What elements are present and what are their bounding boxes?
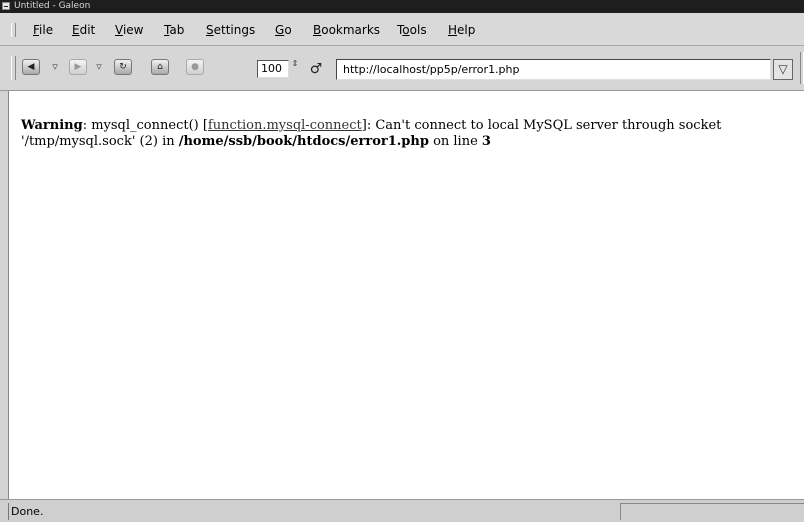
zoom-spin-icon[interactable]: ⇕	[290, 59, 300, 79]
forward-icon: ▶	[74, 61, 82, 72]
warning-text: : mysql_connect() [	[82, 118, 208, 133]
back-history-dropdown[interactable]: ▿	[50, 59, 60, 75]
url-input[interactable]	[336, 59, 771, 80]
status-bar: Done.	[0, 499, 804, 522]
reload-button[interactable]: ↻	[114, 59, 132, 75]
warning-text: on line	[428, 134, 482, 149]
window-title: Untitled - Galeon	[14, 1, 91, 11]
stop-button[interactable]: ●	[186, 59, 204, 75]
zoom-field[interactable]: 100	[257, 60, 289, 78]
page-location-icon[interactable]: ♂	[308, 61, 324, 77]
status-secondary-pane	[620, 503, 804, 520]
back-icon: ◀	[27, 61, 35, 72]
chevron-down-icon: ▽	[778, 62, 788, 76]
function-doc-link[interactable]: function.mysql-connect	[208, 118, 362, 133]
menubar-grip-handle[interactable]	[11, 23, 16, 37]
php-warning-message: Warning: mysql_connect() [function.mysql…	[21, 118, 801, 150]
menu-tab[interactable]: Tab	[164, 22, 184, 38]
status-text: Done.	[8, 503, 608, 520]
menu-file[interactable]: File	[33, 22, 53, 38]
line-number: 3	[481, 134, 491, 149]
file-path: /home/ssb/book/htdocs/error1.php	[178, 134, 429, 149]
menu-edit[interactable]: Edit	[72, 22, 95, 38]
window-title-bar: Untitled - Galeon	[0, 0, 804, 13]
menu-view[interactable]: View	[115, 22, 143, 38]
home-button[interactable]: ⌂	[151, 59, 169, 75]
stop-icon: ●	[191, 61, 199, 72]
toolbar-grip-handle[interactable]	[11, 56, 16, 80]
menu-bookmarks[interactable]: Bookmarks	[313, 22, 380, 38]
url-history-dropdown[interactable]: ▽	[773, 59, 793, 80]
menu-settings[interactable]: Settings	[206, 22, 255, 38]
menu-go[interactable]: Go	[275, 22, 292, 38]
menu-help[interactable]: Help	[448, 22, 475, 38]
toolbar-separator	[800, 52, 804, 84]
forward-history-dropdown[interactable]: ▿	[94, 59, 104, 75]
warning-label: Warning	[21, 118, 83, 133]
forward-button[interactable]: ▶	[69, 59, 87, 75]
chevron-down-icon: ▿	[52, 60, 58, 73]
chevron-down-icon: ▿	[96, 60, 102, 73]
menu-tools[interactable]: Tools	[397, 22, 427, 38]
reload-icon: ↻	[119, 61, 127, 72]
page-content[interactable]: Warning: mysql_connect() [function.mysql…	[8, 91, 804, 499]
home-icon: ⌂	[157, 61, 163, 72]
back-button[interactable]: ◀	[22, 59, 40, 75]
window-menu-icon[interactable]	[2, 2, 10, 10]
menu-bar: File Edit View Tab Settings Go Bookmarks…	[0, 13, 804, 46]
